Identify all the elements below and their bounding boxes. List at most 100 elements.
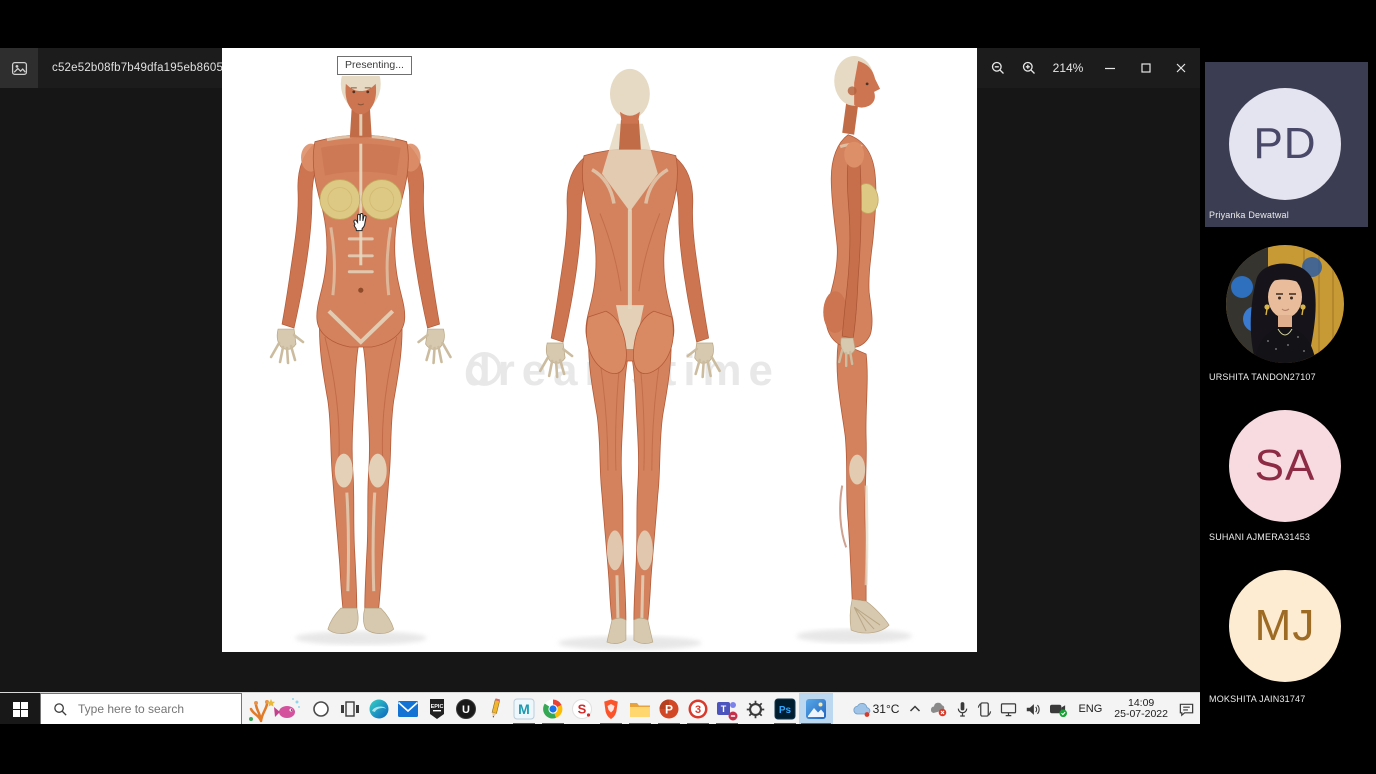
close-button[interactable] [1164,48,1198,88]
microphone-status[interactable] [953,693,972,725]
edge-icon [368,698,390,720]
phone-link-status[interactable] [974,693,995,725]
participant-tile[interactable]: SA SUHANI AJMERA31453 [1205,395,1368,549]
system-tray: 31°C [848,693,1198,725]
onedrive-status[interactable] [926,693,951,725]
zoom-out-button[interactable] [982,48,1013,88]
chevron-up-icon [909,704,921,714]
participant-name: Priyanka Dewatwal [1209,210,1289,220]
mail-icon [397,700,419,718]
avatar-initials: PD [1253,119,1316,169]
anatomy-photo[interactable]: dreamstime [222,48,977,652]
taskbar-app-red-badge[interactable]: 3 [683,693,712,725]
cortana-button[interactable] [306,693,335,725]
search-icon [53,702,68,717]
presenting-indicator: Presenting... [337,56,412,75]
microphone-icon [956,701,969,718]
taskbar-app-s[interactable]: S [567,693,596,725]
s-app-icon: S [571,698,593,720]
avatar-initials: MJ [1255,601,1316,651]
m-app-icon: M [513,698,535,720]
taskbar-app-settings[interactable] [741,693,770,725]
epic-games-icon: EPIC [428,698,446,720]
clock[interactable]: 14:09 25-07-2022 [1109,698,1173,720]
taskbar-search[interactable] [40,693,242,725]
taskbar-app-photoshop[interactable]: Ps [770,693,799,725]
recorder-status[interactable] [1046,693,1071,725]
temperature-value: 31°C [873,702,900,716]
zoom-level-value: 214% [1046,48,1090,88]
svg-text:3: 3 [694,704,700,716]
avatar-initials: SA [1255,441,1316,491]
svg-text:EPIC: EPIC [430,704,443,710]
maximize-button[interactable] [1129,48,1163,88]
taskbar-app-powerpoint[interactable]: P [654,693,683,725]
taskbar-app-edge[interactable] [364,693,393,725]
participant-tile[interactable]: MJ MOKSHITA JAIN31747 [1205,556,1368,711]
brave-icon [601,698,621,720]
task-view-icon [340,700,360,718]
svg-text:U: U [462,704,470,716]
zoom-in-button[interactable] [1013,48,1044,88]
taskbar-app-photos-active[interactable] [799,693,833,725]
photos-app-tab[interactable] [0,48,38,88]
network-monitor-icon [1000,702,1017,717]
gear-icon [745,699,766,720]
screen-recorder-icon [1049,701,1068,718]
svg-text:T: T [720,704,726,714]
network-status[interactable] [997,693,1020,725]
participant-name: URSHITA TANDON27107 [1209,372,1316,382]
task-view-button[interactable] [335,693,364,725]
taskbar-app-unreal[interactable]: U [451,693,480,725]
letterbox-top [0,0,1376,48]
tray-expand-button[interactable] [906,693,924,725]
action-center-button[interactable] [1175,693,1198,725]
coral-fish-icon [247,695,301,723]
language-indicator[interactable]: ENG [1073,693,1107,725]
taskbar: EPIC U [0,692,1200,724]
cortana-icon [312,700,330,718]
participant-name: SUHANI AJMERA31453 [1209,532,1310,542]
start-button[interactable] [0,693,40,725]
search-input[interactable] [76,701,230,717]
avatar: PD [1229,88,1341,200]
weather-cloud-icon [851,700,873,718]
pencil-app-icon [485,698,505,720]
minimize-button[interactable] [1093,48,1127,88]
taskbar-app-file-explorer[interactable] [625,693,654,725]
search-highlight-graphic[interactable] [244,693,304,725]
windows-logo-icon [13,702,28,717]
taskbar-app-mail[interactable] [393,693,422,725]
weather-widget[interactable]: 31°C [848,693,905,725]
letterbox-bottom [0,724,1376,774]
powerpoint-icon: P [658,698,680,720]
hand-cursor [350,212,368,237]
photos-icon [805,698,827,720]
svg-text:Ps: Ps [778,705,791,716]
taskbar-app-brave[interactable] [596,693,625,725]
taskbar-app-chrome[interactable] [538,693,567,725]
anatomy-figures-image: dreamstime [222,48,977,652]
avatar: MJ [1229,570,1341,682]
taskbar-app-pencil[interactable] [480,693,509,725]
participant-tile[interactable]: URSHITA TANDON27107 [1205,232,1368,388]
teams-icon: T [715,698,739,721]
avatar: SA [1229,410,1341,522]
screen: c52e52b08fb7b49dfa195eb860547d8f.jpg [0,0,1376,774]
taskbar-app-teams[interactable]: T [712,693,741,725]
participant-tile[interactable]: PD Priyanka Dewatwal [1205,62,1368,227]
taskbar-app-epic-games[interactable]: EPIC [422,693,451,725]
file-explorer-icon [629,700,651,719]
svg-text:M: M [518,701,530,717]
svg-text:S: S [577,702,586,717]
photo-file-icon [11,60,28,77]
volume-status[interactable] [1022,693,1044,725]
chrome-icon [542,698,564,720]
language-code: ENG [1078,703,1102,715]
taskbar-icons: EPIC U [306,693,833,725]
speaker-icon [1025,702,1041,717]
participant-name: MOKSHITA JAIN31747 [1209,694,1305,704]
taskbar-app-m[interactable]: M [509,693,538,725]
participant-avatar-photo [1226,245,1344,363]
meeting-participants-sidebar: PD Priyanka Dewatwal [1200,0,1376,774]
